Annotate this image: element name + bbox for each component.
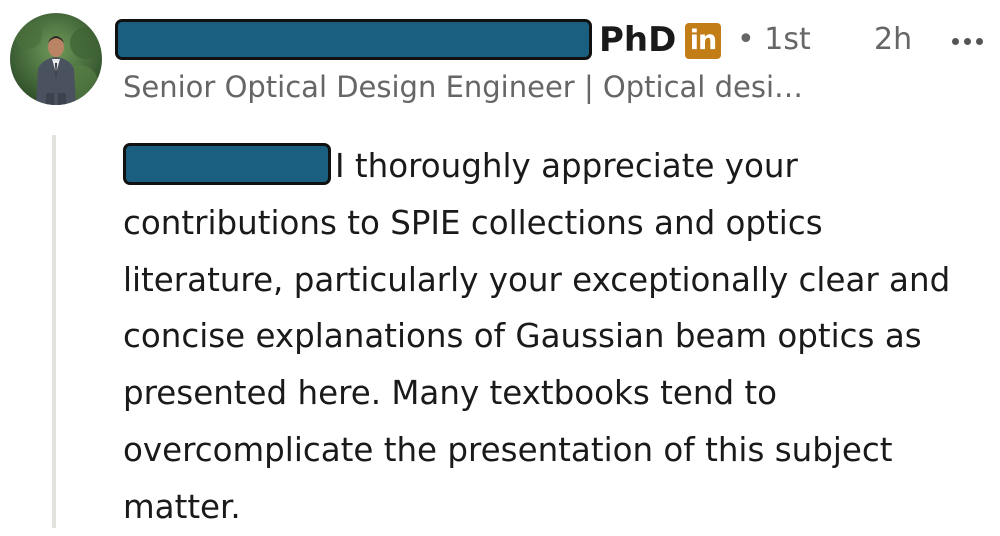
thread-indent-bar <box>52 135 56 528</box>
comment-line: literature, particularly your exceptiona… <box>123 260 951 299</box>
comment-line: overcomplicate the presentation of this … <box>123 430 893 469</box>
author-headline[interactable]: Senior Optical Design Engineer | Optical… <box>123 64 803 110</box>
comment-line: concise explanations of Gaussian beam op… <box>123 317 922 356</box>
comment-line: I thoroughly appreciate your <box>123 138 993 195</box>
avatar-photo <box>10 13 102 105</box>
comment-header: PhD in • 1st 2h <box>113 14 993 64</box>
mention-redacted[interactable] <box>123 143 331 185</box>
comment-line: contributions to SPIE collections and op… <box>123 203 823 242</box>
comment-timestamp[interactable]: 2h <box>874 16 912 64</box>
linkedin-premium-icon: in <box>685 23 721 59</box>
connection-degree: • 1st <box>737 22 811 57</box>
comment-line-text: I thoroughly appreciate your <box>335 147 798 185</box>
comment-line: matter. <box>123 487 241 526</box>
comment-line: presented here. Many textbooks tend to <box>123 374 778 413</box>
author-avatar[interactable] <box>10 13 102 105</box>
more-options-button[interactable] <box>946 20 990 60</box>
author-name-redacted[interactable] <box>115 19 592 60</box>
more-horizontal-icon-dot <box>976 38 983 45</box>
author-degree: PhD <box>599 20 677 60</box>
more-horizontal-icon <box>952 38 959 45</box>
comment-text: I thoroughly appreciate your contributio… <box>123 138 993 536</box>
more-horizontal-icon-dot <box>964 38 971 45</box>
comment-card: PhD in • 1st 2h Senior Optical Design En… <box>0 0 1000 533</box>
